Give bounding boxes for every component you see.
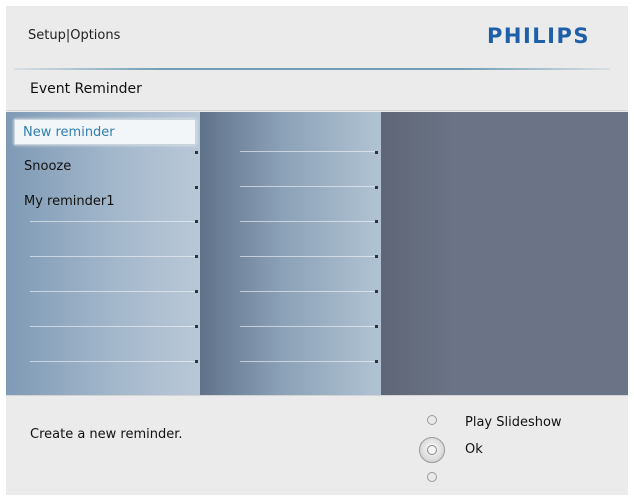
play-slideshow-label: Play Slideshow bbox=[465, 415, 562, 430]
row-marker bbox=[195, 255, 198, 258]
menu-item-my-reminder1[interactable]: My reminder1 bbox=[16, 189, 194, 215]
breadcrumb: Setup|Options bbox=[28, 28, 121, 43]
empty-row-divider bbox=[30, 361, 196, 362]
empty-row-divider bbox=[240, 361, 376, 362]
row-marker bbox=[195, 290, 198, 293]
empty-row-divider bbox=[240, 326, 376, 327]
empty-row-divider bbox=[240, 186, 376, 187]
page-title: Event Reminder bbox=[30, 81, 142, 97]
menu-panel: New reminder Snooze My reminder1 bbox=[6, 112, 628, 395]
ok-button-icon[interactable] bbox=[419, 437, 445, 463]
empty-row-divider bbox=[240, 256, 376, 257]
device-screen: Setup|Options PHILIPS Event Reminder New… bbox=[6, 6, 628, 495]
menu-item-new-reminder[interactable]: New reminder bbox=[14, 119, 196, 145]
help-text: Create a new reminder. bbox=[30, 427, 183, 442]
row-marker bbox=[195, 325, 198, 328]
row-marker bbox=[195, 360, 198, 363]
brand-logo: PHILIPS bbox=[487, 24, 590, 48]
ok-label: Ok bbox=[465, 442, 483, 457]
nav-down-icon[interactable] bbox=[427, 472, 437, 482]
row-marker bbox=[375, 151, 378, 154]
empty-row-divider bbox=[240, 221, 376, 222]
empty-row-divider bbox=[30, 326, 196, 327]
menu-item-snooze[interactable]: Snooze bbox=[16, 154, 194, 180]
menu-column-1: New reminder Snooze My reminder1 bbox=[6, 112, 200, 395]
empty-row-divider bbox=[30, 256, 196, 257]
row-marker bbox=[375, 255, 378, 258]
row-marker bbox=[375, 220, 378, 223]
row-marker bbox=[195, 151, 198, 154]
empty-row-divider bbox=[30, 291, 196, 292]
menu-column-3 bbox=[381, 112, 628, 395]
row-marker bbox=[375, 360, 378, 363]
menu-column-2 bbox=[200, 112, 381, 395]
row-marker bbox=[195, 186, 198, 189]
empty-row-divider bbox=[30, 221, 196, 222]
nav-up-icon[interactable] bbox=[427, 415, 437, 425]
ok-button-center bbox=[427, 445, 437, 455]
row-marker bbox=[195, 220, 198, 223]
header: Setup|Options PHILIPS bbox=[6, 6, 628, 68]
row-marker bbox=[375, 325, 378, 328]
row-marker bbox=[375, 290, 378, 293]
empty-row-divider bbox=[240, 151, 376, 152]
row-marker bbox=[375, 186, 378, 189]
footer: Create a new reminder. Play Slideshow Ok bbox=[6, 395, 628, 495]
empty-row-divider bbox=[240, 291, 376, 292]
